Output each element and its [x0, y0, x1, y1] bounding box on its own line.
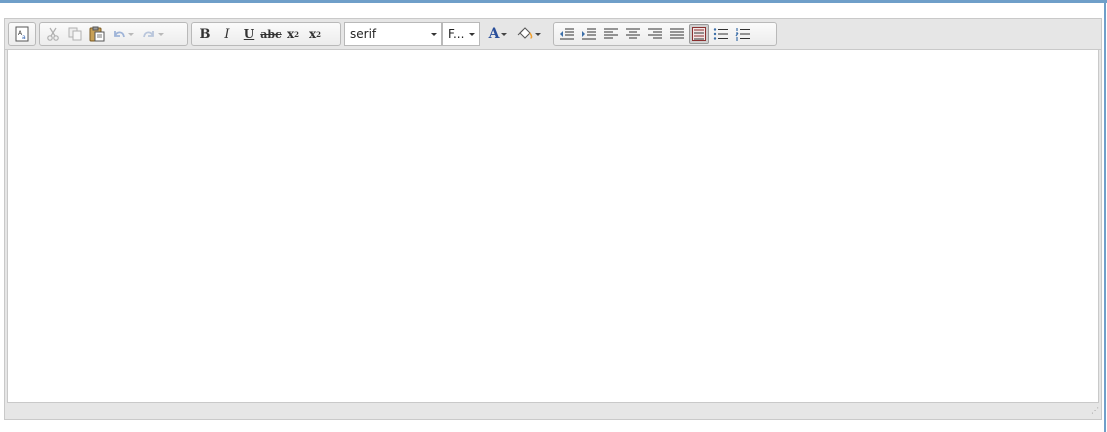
redo-icon	[142, 27, 156, 41]
align-center-icon	[625, 27, 641, 41]
subscript-mark: 2	[316, 29, 322, 39]
font-family-select[interactable]: serif	[344, 22, 442, 46]
underline-button[interactable]: U	[239, 24, 259, 44]
align-right-button[interactable]	[645, 24, 665, 44]
editor-statusbar: ⋰	[5, 403, 1101, 419]
source-button[interactable]: A a	[12, 24, 32, 44]
toolbar-group-clipboard	[39, 22, 188, 46]
bold-button[interactable]: B	[195, 24, 215, 44]
outdent-button[interactable]	[557, 24, 577, 44]
toolbar-group-formatting: B I U abc x2 x2	[191, 22, 341, 46]
indent-icon	[581, 27, 597, 41]
font-size-dropdown-arrow	[469, 33, 475, 36]
svg-text:a: a	[22, 34, 26, 41]
superscript-label: x	[286, 27, 295, 41]
window-top-border	[0, 0, 1107, 3]
font-size-value: F...	[448, 27, 465, 41]
justify-button[interactable]	[667, 24, 687, 44]
toolbar-group-colors: A	[481, 22, 549, 46]
align-center-button[interactable]	[623, 24, 643, 44]
copy-button[interactable]	[65, 24, 85, 44]
window-right-border	[1104, 0, 1106, 432]
subscript-button[interactable]: x2	[305, 24, 325, 44]
outdent-icon	[559, 27, 575, 41]
editor-content-area[interactable]	[7, 49, 1099, 403]
text-color-icon: A	[488, 26, 500, 42]
justify-icon	[669, 27, 685, 41]
align-left-icon	[603, 27, 619, 41]
subscript-label: x	[308, 27, 317, 41]
resize-grip-icon[interactable]: ⋰	[1087, 407, 1099, 417]
rich-text-editor: A a B I U abc x 2 x 2 serif F... A ⋰	[4, 18, 1102, 420]
bulleted-list-button[interactable]	[711, 24, 731, 44]
strikethrough-button[interactable]: abc	[260, 24, 282, 44]
toolbar-group-alignment	[553, 22, 777, 46]
bulleted-list-icon	[713, 27, 729, 41]
paste-icon	[89, 26, 105, 42]
italic-button[interactable]: I	[217, 24, 237, 44]
background-color-button[interactable]	[514, 24, 544, 44]
align-left-button[interactable]	[601, 24, 621, 44]
direction-icon	[692, 27, 706, 41]
source-document-icon: A a	[15, 26, 29, 42]
text-color-button[interactable]: A	[484, 24, 512, 44]
redo-dropdown-arrow[interactable]	[158, 32, 164, 36]
redo-button[interactable]	[139, 24, 167, 44]
undo-dropdown-arrow[interactable]	[128, 32, 134, 36]
undo-button[interactable]	[109, 24, 137, 44]
direction-button[interactable]	[689, 24, 709, 44]
indent-button[interactable]	[579, 24, 599, 44]
superscript-button[interactable]: x2	[283, 24, 303, 44]
paste-button[interactable]	[87, 24, 107, 44]
scissors-icon	[46, 27, 60, 41]
text-color-dropdown-arrow[interactable]	[501, 32, 508, 36]
undo-icon	[112, 27, 126, 41]
font-family-value: serif	[350, 27, 377, 41]
numbered-list-icon	[735, 27, 751, 41]
superscript-mark: 2	[294, 29, 300, 39]
toolbar-group-source: A a	[8, 22, 36, 46]
editor-toolbar: A a B I U abc x 2 x 2 serif F... A	[5, 19, 1101, 50]
numbered-list-button[interactable]	[733, 24, 753, 44]
font-family-dropdown-arrow	[431, 33, 437, 36]
align-right-icon	[647, 27, 663, 41]
copy-icon	[68, 27, 82, 41]
paint-bucket-icon	[517, 27, 533, 41]
background-color-dropdown-arrow[interactable]	[535, 32, 541, 36]
font-size-select[interactable]: F...	[442, 22, 480, 46]
cut-button[interactable]	[43, 24, 63, 44]
